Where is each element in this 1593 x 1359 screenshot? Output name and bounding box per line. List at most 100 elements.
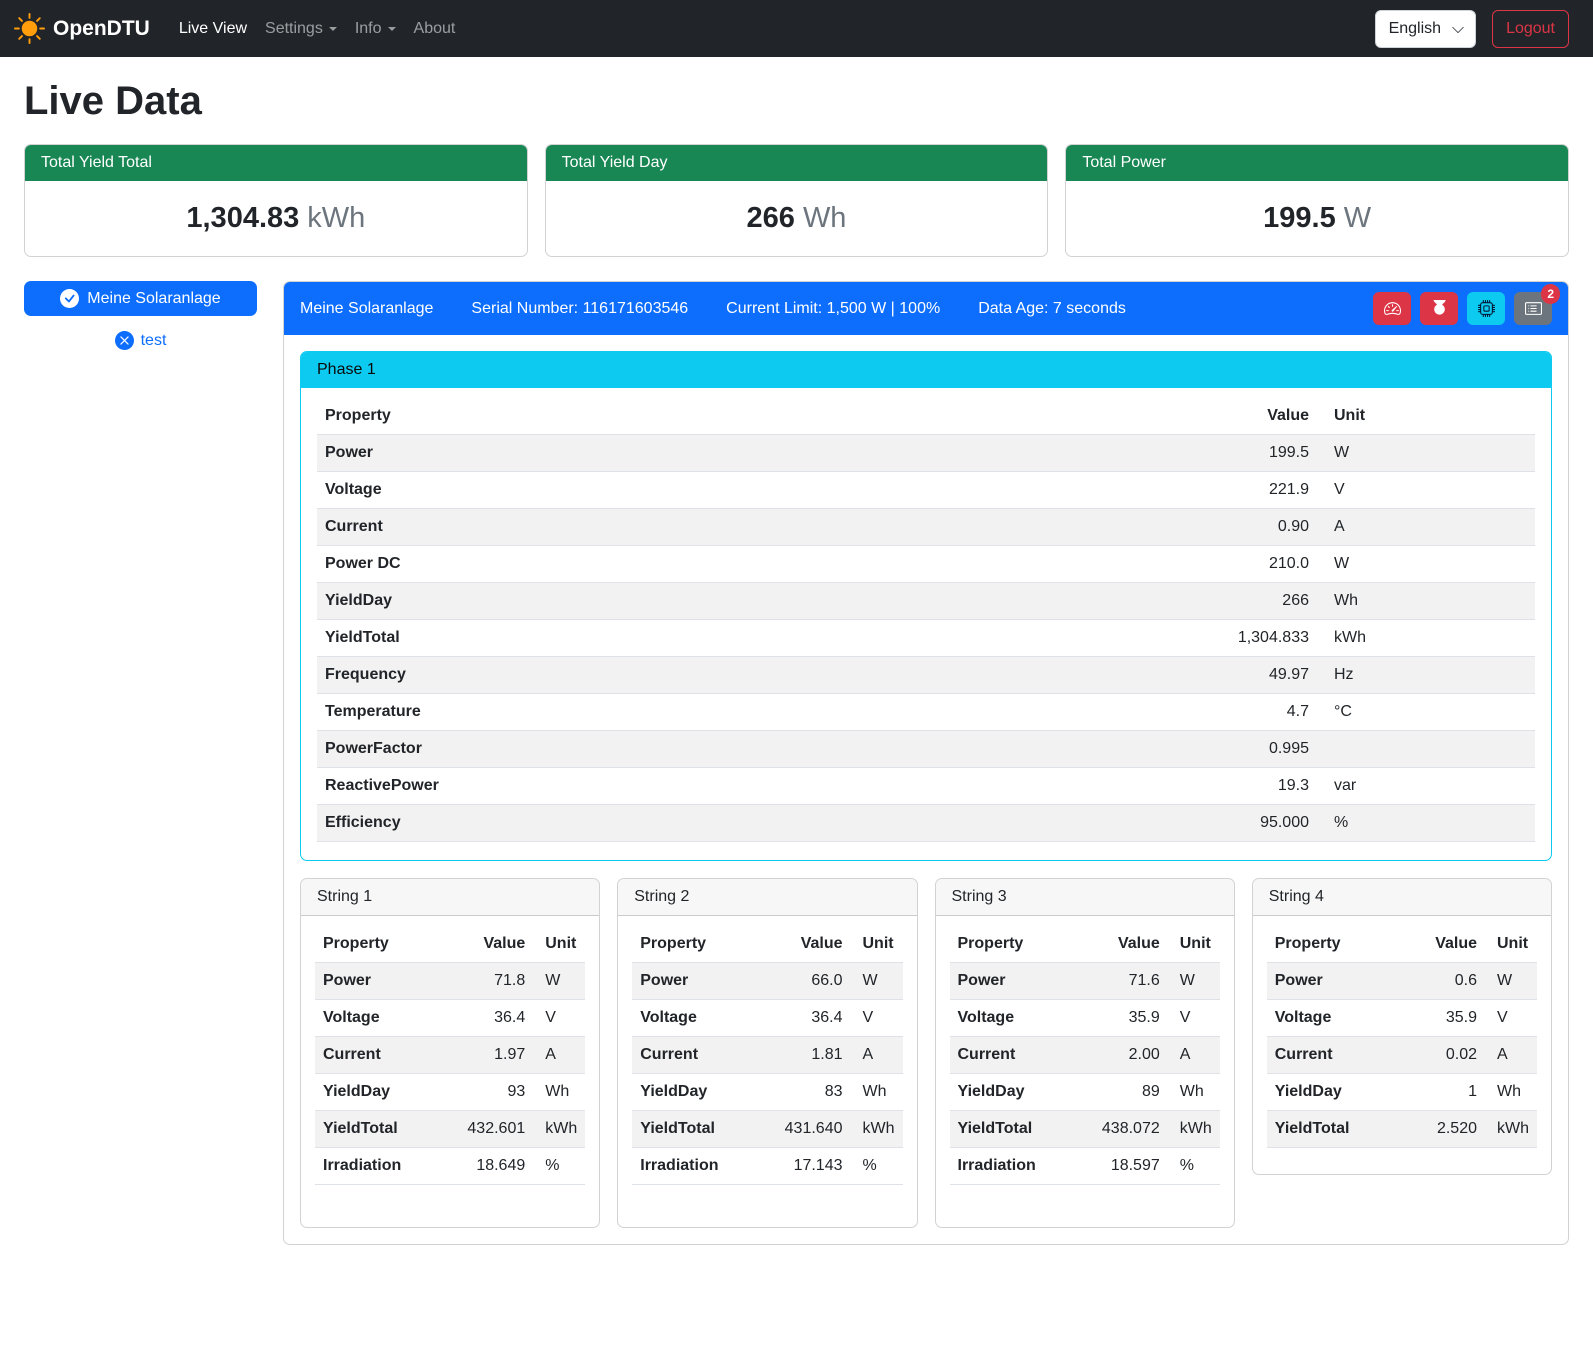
phase-table: PropertyValueUnitPower199.5WVoltage221.9… <box>317 398 1535 842</box>
property-name: YieldDay <box>317 583 915 620</box>
property-value: 1.97 <box>437 1037 533 1074</box>
nav-links: Live View Settings Info About <box>170 12 1375 46</box>
table-row: YieldDay83Wh <box>632 1074 902 1111</box>
journal-list-icon <box>1525 300 1542 317</box>
property-name: Power <box>1267 963 1400 1000</box>
property-value: 18.597 <box>1072 1148 1168 1185</box>
total-yield-total-card: Total Yield Total 1,304.83kWh <box>24 144 528 257</box>
caret-down-icon <box>388 27 396 31</box>
table-row: YieldTotal1,304.833kWh <box>317 620 1535 657</box>
property-name: Voltage <box>317 472 915 509</box>
column-header-value: Value <box>437 926 533 963</box>
table-row: Power199.5W <box>317 435 1535 472</box>
inverter-selected-button[interactable]: Meine Solaranlage <box>24 281 257 316</box>
property-unit: °C <box>1317 694 1535 731</box>
x-circle-icon <box>115 331 134 350</box>
property-unit: A <box>533 1037 585 1074</box>
table-row: YieldDay93Wh <box>315 1074 585 1111</box>
property-name: Power <box>950 963 1072 1000</box>
nav-about[interactable]: About <box>405 12 465 46</box>
nav-live-view[interactable]: Live View <box>170 12 256 46</box>
table-row: Voltage35.9V <box>1267 1000 1537 1037</box>
check-circle-icon <box>60 289 79 308</box>
table-header-row: PropertyValueUnit <box>315 926 585 963</box>
property-name: Irradiation <box>950 1148 1072 1185</box>
property-unit: Wh <box>533 1074 585 1111</box>
table-row: Current1.81A <box>632 1037 902 1074</box>
property-value: 210.0 <box>915 546 1317 583</box>
property-name: Power <box>317 435 915 472</box>
table-header-row: PropertyValueUnit <box>317 398 1535 435</box>
column-header-property: Property <box>632 926 754 963</box>
device-info-button[interactable] <box>1467 292 1505 325</box>
column-header-property: Property <box>1267 926 1400 963</box>
property-unit: W <box>1317 435 1535 472</box>
card-title: Total Power <box>1066 145 1568 181</box>
column-header-value: Value <box>1072 926 1168 963</box>
column-header-property: Property <box>950 926 1072 963</box>
value-number: 1,304.83 <box>186 202 299 234</box>
property-value: 66.0 <box>755 963 851 1000</box>
property-value: 0.02 <box>1400 1037 1485 1074</box>
value-number: 266 <box>747 202 795 234</box>
property-name: YieldTotal <box>632 1111 754 1148</box>
brand[interactable]: OpenDTU <box>14 13 150 44</box>
phase-title: Phase 1 <box>301 352 1551 388</box>
logout-button[interactable]: Logout <box>1492 10 1569 48</box>
language-value: English <box>1389 20 1441 38</box>
power-icon <box>1431 300 1448 317</box>
property-value: 95.000 <box>915 805 1317 842</box>
main-content: Live Data Total Yield Total 1,304.83kWh … <box>0 79 1593 1269</box>
property-value: 0.995 <box>915 731 1317 768</box>
property-value: 17.143 <box>755 1148 851 1185</box>
current-limit: Current Limit: 1,500 W | 100% <box>726 300 940 318</box>
nav-settings[interactable]: Settings <box>256 12 346 46</box>
property-unit: V <box>1485 1000 1537 1037</box>
column-header-unit: Unit <box>851 926 903 963</box>
table-header-row: PropertyValueUnit <box>1267 926 1537 963</box>
top-navbar: OpenDTU Live View Settings Info About En… <box>0 0 1593 57</box>
property-unit: % <box>1168 1148 1220 1185</box>
power-button[interactable] <box>1420 292 1458 325</box>
table-row: Voltage36.4V <box>632 1000 902 1037</box>
property-value: 4.7 <box>915 694 1317 731</box>
property-value: 19.3 <box>915 768 1317 805</box>
property-value: 438.072 <box>1072 1111 1168 1148</box>
property-value: 2.00 <box>1072 1037 1168 1074</box>
property-unit: Wh <box>1168 1074 1220 1111</box>
property-value: 71.8 <box>437 963 533 1000</box>
string-2-card: String 2 PropertyValueUnitPower66.0WVolt… <box>617 878 917 1228</box>
property-name: Current <box>315 1037 437 1074</box>
inverter-item-test[interactable]: test <box>24 331 257 350</box>
property-unit: % <box>533 1148 585 1185</box>
table-row: Power71.8W <box>315 963 585 1000</box>
string-1-table: PropertyValueUnitPower71.8WVoltage36.4VC… <box>315 926 585 1185</box>
total-yield-day-card: Total Yield Day 266Wh <box>545 144 1049 257</box>
property-unit: % <box>851 1148 903 1185</box>
string-3-card: String 3 PropertyValueUnitPower71.6WVolt… <box>935 878 1235 1228</box>
table-row: YieldTotal431.640kWh <box>632 1111 902 1148</box>
string-1-card: String 1 PropertyValueUnitPower71.8WVolt… <box>300 878 600 1228</box>
property-value: 266 <box>915 583 1317 620</box>
string-4-table: PropertyValueUnitPower0.6WVoltage35.9VCu… <box>1267 926 1537 1148</box>
table-row: Current0.02A <box>1267 1037 1537 1074</box>
property-unit: V <box>1168 1000 1220 1037</box>
property-unit: Wh <box>851 1074 903 1111</box>
property-name: YieldDay <box>950 1074 1072 1111</box>
property-name: Current <box>632 1037 754 1074</box>
property-name: YieldDay <box>1267 1074 1400 1111</box>
property-value: 89 <box>1072 1074 1168 1111</box>
nav-info[interactable]: Info <box>346 12 405 46</box>
panel-actions: 2 <box>1373 292 1552 325</box>
string-body: PropertyValueUnitPower71.8WVoltage36.4VC… <box>301 916 599 1227</box>
table-row: Voltage35.9V <box>950 1000 1220 1037</box>
event-log-button[interactable]: 2 <box>1514 292 1552 325</box>
property-name: Efficiency <box>317 805 915 842</box>
property-name: Current <box>950 1037 1072 1074</box>
property-value: 1 <box>1400 1074 1485 1111</box>
property-name: ReactivePower <box>317 768 915 805</box>
limit-settings-button[interactable] <box>1373 292 1411 325</box>
property-unit: kWh <box>533 1111 585 1148</box>
language-select[interactable]: English <box>1375 10 1476 48</box>
card-title: Total Yield Day <box>546 145 1048 181</box>
